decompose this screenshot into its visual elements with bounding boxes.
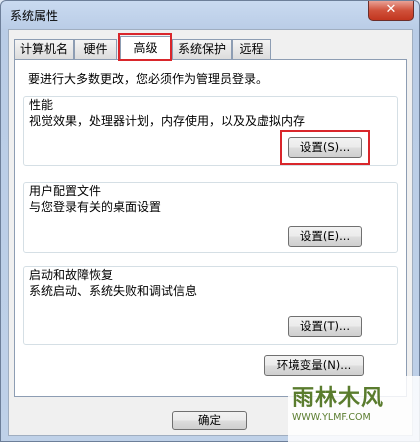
startup-recovery-group: 启动和故障恢复 系统启动、系统失败和调试信息 设置(T)... (23, 266, 398, 345)
startup-recovery-title: 启动和故障恢复 (29, 268, 114, 282)
startup-recovery-settings-button[interactable]: 设置(T)... (288, 316, 362, 337)
title-bar[interactable]: 系统属性 ✕ (1, 1, 419, 29)
environment-variables-button[interactable]: 环境变量(N)... (264, 355, 364, 376)
user-profiles-description: 与您登录有关的桌面设置 (29, 200, 162, 214)
close-button[interactable]: ✕ (368, 1, 414, 21)
tab-system-protection[interactable]: 系统保护 (172, 39, 232, 59)
highlight-tab-advanced (118, 33, 172, 61)
dialog-client-area: 计算机名 硬件 高级 系统保护 远程 要进行大多数更改，您必须作为管理员登录。 … (8, 29, 413, 436)
tab-label: 计算机名 (19, 42, 68, 56)
user-profiles-group: 用户配置文件 与您登录有关的桌面设置 设置(E)... (23, 182, 398, 253)
ok-button[interactable]: 确定 (172, 411, 247, 430)
performance-description: 视觉效果，处理器计划，内存使用，以及及虚拟内存 (29, 114, 306, 128)
window-title: 系统属性 (10, 9, 59, 23)
highlight-performance-settings (280, 130, 370, 165)
performance-group: 性能 视觉效果，处理器计划，内存使用，以及及虚拟内存 设置(S)... (23, 96, 398, 166)
tab-computer-name[interactable]: 计算机名 (14, 39, 74, 59)
tab-label: 远程 (239, 42, 264, 56)
tab-remote[interactable]: 远程 (232, 39, 271, 59)
advanced-tab-panel: 要进行大多数更改，您必须作为管理员登录。 性能 视觉效果，处理器计划，内存使用，… (14, 59, 407, 397)
tab-label: 硬件 (83, 42, 108, 56)
tab-hardware[interactable]: 硬件 (74, 39, 117, 59)
user-profiles-title: 用户配置文件 (29, 184, 102, 198)
close-icon: ✕ (385, 2, 397, 17)
admin-notice: 要进行大多数更改，您必须作为管理员登录。 (28, 72, 269, 86)
watermark: 雨林木风 WWW.YLMF.COM (288, 376, 420, 442)
watermark-logo: 雨林木风 (292, 385, 385, 411)
startup-recovery-description: 系统启动、系统失败和调试信息 (29, 284, 198, 298)
tab-label: 系统保护 (177, 42, 226, 56)
performance-title: 性能 (29, 98, 54, 112)
watermark-url: WWW.YLMF.COM (292, 412, 371, 423)
user-profiles-settings-button[interactable]: 设置(E)... (288, 226, 362, 247)
